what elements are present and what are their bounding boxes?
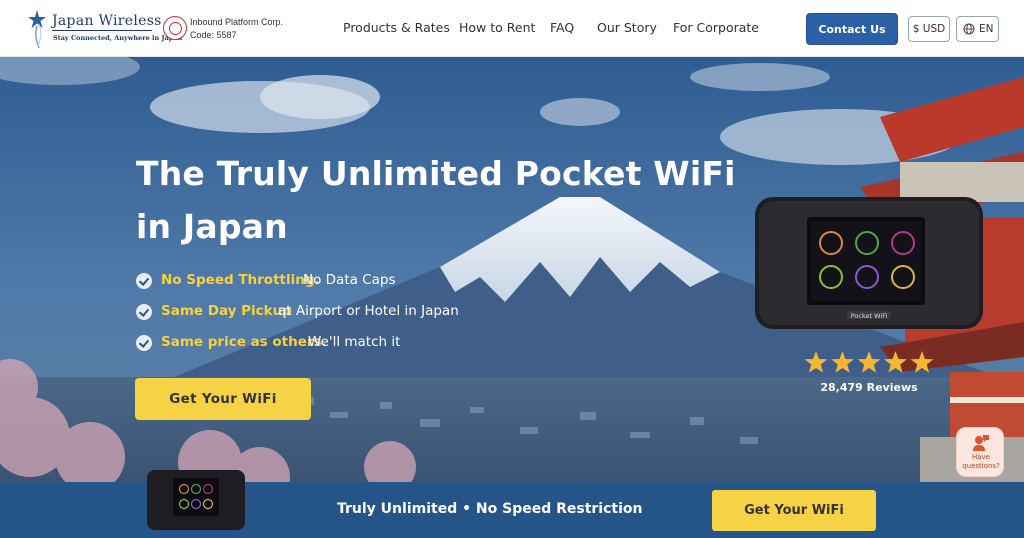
star-icon [884, 351, 907, 373]
hero-title: The Truly Unlimited Pocket WiFi in Japan [136, 147, 736, 253]
nav-faq[interactable]: FAQ [550, 20, 574, 35]
banner-get-your-wifi-button[interactable]: Get Your WiFi [712, 490, 876, 531]
nav-products-rates[interactable]: Products & Rates [343, 20, 450, 35]
nav-for-corporate[interactable]: For Corporate [673, 20, 759, 35]
feature-highlight: Same Day Pickup [161, 303, 292, 319]
pocket-wifi-thumbnail [147, 470, 245, 530]
japan-wireless-logo[interactable]: Japan Wireless Stay Connected, Anywhere … [26, 8, 182, 50]
corporate-seal-icon [163, 16, 187, 40]
pocket-wifi-device-image: Pocket WiFi [755, 197, 983, 329]
logo-tagline: Stay Connected, Anywhere in Japan [53, 34, 183, 42]
sticky-promo-banner: Truly Unlimited • No Speed Restriction G… [0, 470, 1024, 538]
language-selector[interactable]: EN [956, 16, 999, 42]
chat-label: Have questions? [957, 453, 1005, 471]
star-icon [910, 351, 934, 373]
hero-title-line-2: in Japan [136, 207, 288, 246]
banner-tagline: Truly Unlimited • No Speed Restriction [337, 501, 643, 517]
currency-selector[interactable]: $ USD [908, 16, 950, 42]
globe-icon [963, 23, 975, 35]
nav-our-story[interactable]: Our Story [597, 20, 657, 35]
feature-text: We'll match it [308, 334, 401, 350]
feature-text: No Data Caps [303, 272, 396, 288]
corporate-code: Code: 5587 [190, 30, 237, 40]
hero-title-line-1: The Truly Unlimited Pocket WiFi [136, 154, 736, 193]
logo-star-icon [28, 10, 46, 49]
check-circle-icon [136, 304, 152, 320]
hero-section: The Truly Unlimited Pocket WiFi in Japan… [0, 57, 1024, 482]
site-header: Japan Wireless Stay Connected, Anywhere … [0, 0, 1024, 57]
logo-name: Japan Wireless [52, 13, 162, 29]
feature-highlight: No Speed Throttling. [161, 272, 320, 288]
nav-how-to-rent[interactable]: How to Rent [459, 20, 535, 35]
reviews-count[interactable]: 28,479 Reviews [804, 381, 934, 394]
star-icon [831, 351, 854, 373]
feature-item: Same price as others. We'll match it [136, 334, 416, 354]
rating-stars [804, 351, 934, 373]
check-circle-icon [136, 273, 152, 289]
star-icon [857, 351, 881, 373]
feature-highlight: Same price as others. [161, 334, 327, 350]
chat-person-icon [973, 435, 989, 451]
get-your-wifi-button[interactable]: Get Your WiFi [135, 378, 311, 420]
contact-us-button[interactable]: Contact Us [806, 13, 898, 45]
logo-divider [52, 30, 152, 31]
language-label: EN [979, 23, 994, 35]
device-brand-label: Pocket WiFi [851, 312, 888, 320]
check-circle-icon [136, 335, 152, 351]
corporate-info: Inbound Platform Corp. Code: 5587 [190, 16, 283, 42]
chat-label-line-2: questions? [962, 462, 1000, 470]
chat-label-line-1: Have [971, 453, 990, 461]
feature-item: No Speed Throttling. No Data Caps [136, 272, 416, 292]
corporate-name: Inbound Platform Corp. [190, 17, 284, 27]
star-icon [804, 351, 828, 373]
feature-text: at Airport or Hotel in Japan [278, 303, 459, 319]
feature-item: Same Day Pickup at Airport or Hotel in J… [136, 303, 476, 323]
have-questions-chat-button[interactable]: Have questions? [956, 427, 1004, 477]
